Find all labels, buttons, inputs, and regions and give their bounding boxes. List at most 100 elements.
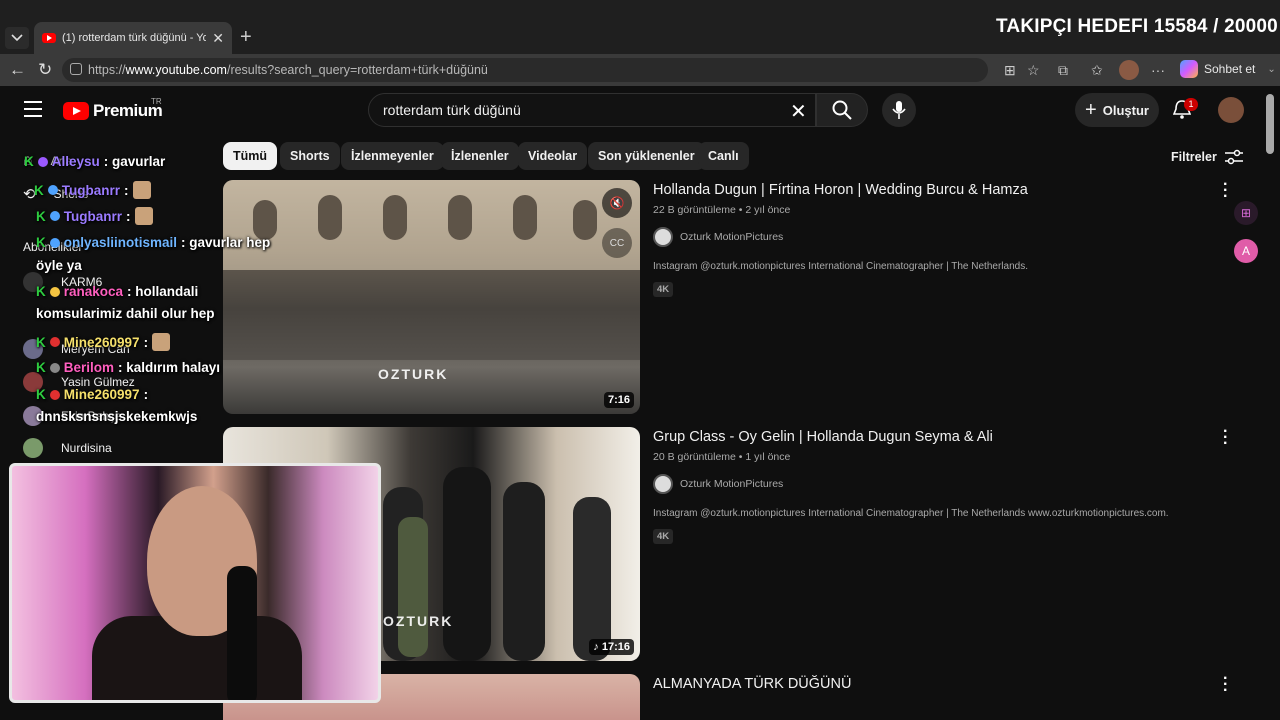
upload-age: 1 yıl önce [745, 451, 791, 463]
notification-count-badge: 1 [1184, 98, 1198, 111]
reload-icon[interactable]: ↻ [38, 60, 52, 80]
app-available-icon[interactable]: ⊞ [1004, 62, 1016, 79]
chip-unwatched[interactable]: İzlenmeyenler [341, 142, 444, 170]
chip-shorts[interactable]: Shorts [280, 142, 340, 170]
chat-text: : kaldırım halayı [118, 360, 221, 375]
youtube-play-icon [63, 102, 89, 120]
back-icon[interactable]: ← [9, 60, 26, 80]
extensions-icon[interactable]: ⧉ [1058, 62, 1068, 79]
plus-icon: + [1085, 98, 1097, 121]
chevron-down-icon: ⌄ [1267, 63, 1276, 75]
filter-sliders-icon [1224, 149, 1243, 165]
url-field[interactable]: https://www.youtube.com/results?search_q… [62, 58, 988, 82]
video-meta: 22 B görüntüleme • 2 yıl önce [653, 204, 791, 216]
chat-text: dnnsksnsnsjskekemkwjs [36, 409, 198, 424]
chat-username: Tugbanrr [63, 208, 122, 224]
chip-recently-uploaded[interactable]: Son yüklenenler [588, 142, 705, 170]
search-button[interactable] [816, 93, 868, 127]
emote-icon [132, 181, 151, 199]
translate-extension-icon[interactable]: A [1234, 239, 1258, 263]
quality-badge: 4K [653, 282, 674, 297]
chat-message: K Berilom: kaldırım halayı [36, 360, 221, 375]
emote-icon [152, 333, 171, 351]
filters-button[interactable]: Filtreler [1171, 149, 1243, 165]
video-thumbnail[interactable]: 🔇 CC OZTURK 7:16 [223, 180, 640, 414]
chat-username: ranakoca [63, 284, 124, 299]
video-title[interactable]: ALMANYADA TÜRK DÜĞÜNÜ [653, 676, 851, 692]
mute-icon[interactable]: 🔇 [602, 188, 632, 218]
new-tab-button[interactable]: + [240, 26, 252, 49]
create-label: Oluştur [1102, 102, 1149, 118]
chat-text: : [126, 208, 131, 224]
filters-label: Filtreler [1171, 150, 1217, 164]
youtube-logo[interactable]: Premium TR [63, 97, 163, 121]
chat-message: K Tugbanrr: [34, 181, 151, 199]
search-icon [832, 100, 852, 120]
browser-tab-active[interactable]: (1) rotterdam türk düğünü - YouTube ✕ [34, 22, 232, 54]
chat-text: öyle ya [36, 258, 82, 273]
create-button[interactable]: + Oluştur [1075, 93, 1159, 127]
chat-text: : [143, 387, 149, 402]
chat-username: Mine260997 [63, 387, 140, 402]
channel-avatar [653, 474, 673, 494]
chevron-down-icon [11, 34, 23, 42]
chip-watched[interactable]: İzlenenler [441, 142, 519, 170]
emote-icon [134, 207, 153, 225]
channel-watermark: OZTURK [378, 366, 449, 382]
url-prefix: https:// [88, 63, 126, 77]
url-path: /results?search_query=rotterdam+türk+düğ… [226, 63, 488, 77]
tab-title: (1) rotterdam türk düğünü - YouTube [62, 32, 207, 44]
chat-username: Tugbanrr [61, 182, 120, 198]
video-title[interactable]: Grup Class - Oy Gelin | Hollanda Dugun S… [653, 429, 993, 445]
clear-search-icon[interactable]: ✕ [790, 99, 807, 124]
chip-videos[interactable]: Videolar [518, 142, 588, 170]
duration-value: 17:16 [601, 641, 630, 653]
channel-name: Ozturk MotionPictures [680, 478, 784, 490]
more-options-icon[interactable]: ··· [1151, 62, 1165, 78]
extension-icon[interactable]: ⊞ [1234, 201, 1258, 225]
favorites-icon[interactable]: ✩ [1091, 62, 1103, 79]
more-actions-icon[interactable]: · · · [1223, 177, 1228, 205]
favorite-star-icon[interactable]: ☆ [1027, 62, 1040, 79]
sidebar-item-channel[interactable]: Nurdisina [23, 438, 112, 458]
close-tab-icon[interactable]: ✕ [212, 30, 224, 47]
youtube-favicon-icon [42, 33, 56, 43]
video-description: Instagram @ozturk.motionpictures Interna… [653, 508, 1169, 519]
chat-message: K Mine260997: [36, 333, 171, 351]
chat-message-continuation: komsularimiz dahil olur hep [36, 306, 215, 321]
copilot-button[interactable]: Sohbet et ⌄ [1180, 60, 1276, 78]
browser-profile-avatar[interactable] [1119, 60, 1139, 80]
more-actions-icon[interactable]: · · · [1223, 671, 1228, 699]
captions-icon[interactable]: CC [602, 228, 632, 258]
channel-watermark: OZTURK [383, 613, 454, 629]
chat-username: Berilom [63, 360, 115, 375]
microphone-icon [892, 101, 906, 119]
channel-link[interactable]: Ozturk MotionPictures [653, 227, 783, 247]
chat-text: : hollandali [127, 284, 199, 299]
scrollbar-thumb[interactable] [1266, 94, 1274, 154]
site-info-icon[interactable] [70, 63, 82, 75]
chip-live[interactable]: Canlı [698, 142, 749, 170]
more-actions-icon[interactable]: · · · [1223, 424, 1228, 452]
chip-all[interactable]: Tümü [223, 142, 278, 170]
channel-name: Ozturk MotionPictures [680, 231, 784, 243]
chat-text: : [124, 182, 129, 198]
streamer-webcam [9, 463, 381, 703]
search-input[interactable]: rotterdam türk düğünü [368, 93, 816, 127]
logo-country-code: TR [151, 97, 162, 106]
chat-username: onlyasliinotismail [63, 235, 178, 250]
video-duration: ♪ 17:16 [589, 639, 634, 655]
voice-search-button[interactable] [882, 93, 916, 127]
video-duration: 7:16 [603, 392, 634, 408]
menu-icon[interactable] [24, 101, 42, 117]
video-title[interactable]: Hollanda Dugun | Fírtina Horon | Wedding… [653, 182, 1028, 198]
account-avatar[interactable] [1218, 97, 1244, 123]
tab-list-button[interactable] [5, 27, 29, 49]
url-host: www.youtube.com [125, 63, 227, 77]
video-meta: 20 B görüntüleme • 1 yıl önce [653, 451, 791, 463]
channel-link[interactable]: Ozturk MotionPictures [653, 474, 783, 494]
copilot-label: Sohbet et [1204, 62, 1256, 76]
copilot-icon [1180, 60, 1198, 78]
chat-text: : gavurlar [103, 154, 166, 169]
avatar [23, 438, 43, 458]
